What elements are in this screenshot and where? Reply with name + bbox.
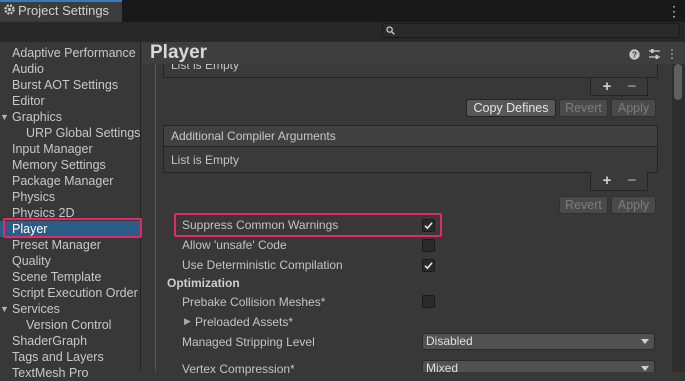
sidebar-item-shadergraph[interactable]: ShaderGraph	[0, 333, 140, 349]
sidebar-item-adaptive-performance[interactable]: Adaptive Performance	[0, 45, 140, 61]
prebake-collision-label: Prebake Collision Meshes*	[182, 295, 326, 309]
selection-highlight-box	[3, 218, 142, 238]
sidebar-item-textmesh-pro[interactable]: TextMesh Pro	[0, 365, 140, 381]
managed-stripping-label: Managed Stripping Level	[182, 335, 315, 349]
search-icon	[386, 26, 395, 35]
sidebar-item-input-manager[interactable]: Input Manager	[0, 141, 140, 157]
sidebar-item-scene-template[interactable]: Scene Template	[0, 269, 140, 285]
expand-arrow-icon[interactable]: ▼	[0, 301, 9, 317]
managed-stripping-dropdown[interactable]: Disabled	[422, 333, 655, 350]
revert-button[interactable]: Revert	[559, 99, 608, 117]
list-empty-label: List is Empty	[171, 153, 240, 167]
chevron-down-icon	[641, 339, 649, 344]
deterministic-compilation-checkbox[interactable]	[422, 259, 435, 272]
add-button[interactable]: +	[600, 79, 614, 95]
indent-guide	[155, 64, 156, 372]
apply-button[interactable]: Apply	[611, 196, 656, 214]
page-title: Player	[150, 42, 208, 63]
prebake-collision-checkbox[interactable]	[422, 295, 435, 308]
list-add-remove: + −	[590, 78, 648, 96]
suppress-warnings-highlight-box	[174, 213, 442, 237]
sidebar-item-tags-and-layers[interactable]: Tags and Layers	[0, 349, 140, 365]
sidebar: Adaptive Performance Audio Burst AOT Set…	[0, 42, 141, 380]
gear-icon	[4, 4, 15, 15]
sidebar-item-burst-aot-settings[interactable]: Burst AOT Settings	[0, 77, 140, 93]
remove-button[interactable]: −	[625, 79, 639, 95]
sidebar-item-editor[interactable]: Editor	[0, 93, 140, 109]
vertex-compression-value: Mixed	[426, 361, 459, 375]
preloaded-assets-foldout[interactable]: Preloaded Assets*	[195, 315, 293, 329]
window-menu-icon[interactable]: ⋮	[667, 2, 681, 20]
revert-button[interactable]: Revert	[559, 196, 608, 214]
deterministic-compilation-label: Use Deterministic Compilation	[182, 258, 343, 272]
scrollbar-thumb[interactable]	[674, 64, 682, 100]
sidebar-item-version-control[interactable]: Version Control	[0, 317, 140, 333]
sidebar-item-script-execution-order[interactable]: Script Execution Order	[0, 285, 140, 301]
sidebar-item-package-manager[interactable]: Package Manager	[0, 173, 140, 189]
sidebar-item-urp-global-settings[interactable]: URP Global Settings	[0, 125, 140, 141]
apply-button[interactable]: Apply	[611, 99, 656, 117]
more-options-icon[interactable]: ⋮	[666, 47, 678, 61]
chevron-down-icon	[641, 366, 649, 371]
vertex-compression-label: Vertex Compression*	[182, 362, 295, 376]
allow-unsafe-code-checkbox[interactable]	[422, 239, 435, 252]
sidebar-item-audio[interactable]: Audio	[0, 61, 140, 77]
window-title: Project Settings	[18, 3, 110, 18]
page-header	[142, 42, 685, 64]
sidebar-item-memory-settings[interactable]: Memory Settings	[0, 157, 140, 173]
search-input[interactable]	[382, 23, 680, 38]
foldout-arrow-icon[interactable]: ▶	[184, 316, 191, 327]
allow-unsafe-code-label: Allow 'unsafe' Code	[182, 238, 287, 252]
sidebar-item-physics[interactable]: Physics	[0, 189, 140, 205]
sidebar-item-services[interactable]: ▼ Services	[0, 301, 140, 317]
help-icon[interactable]: ?	[629, 49, 640, 60]
vertex-compression-dropdown[interactable]: Mixed	[422, 360, 655, 375]
scrollbar[interactable]	[672, 64, 685, 372]
preset-settings-icon[interactable]	[648, 48, 661, 61]
checkmark-icon	[424, 262, 433, 270]
copy-defines-button[interactable]: Copy Defines	[466, 99, 556, 117]
add-button[interactable]: +	[600, 173, 614, 189]
remove-button[interactable]: −	[625, 173, 639, 189]
list-add-remove: + −	[590, 172, 648, 191]
compiler-args-list: List is Empty	[163, 146, 658, 173]
optimization-section-title: Optimization	[167, 276, 240, 290]
sidebar-item-quality[interactable]: Quality	[0, 253, 140, 269]
sidebar-item-preset-manager[interactable]: Preset Manager	[0, 237, 140, 253]
svg-text:?: ?	[632, 50, 637, 60]
compiler-args-title: Additional Compiler Arguments	[171, 129, 336, 143]
compiler-args-header: Additional Compiler Arguments	[163, 125, 658, 147]
sidebar-item-graphics[interactable]: ▼ Graphics	[0, 109, 140, 125]
managed-stripping-value: Disabled	[426, 334, 473, 348]
expand-arrow-icon[interactable]: ▼	[0, 109, 9, 125]
